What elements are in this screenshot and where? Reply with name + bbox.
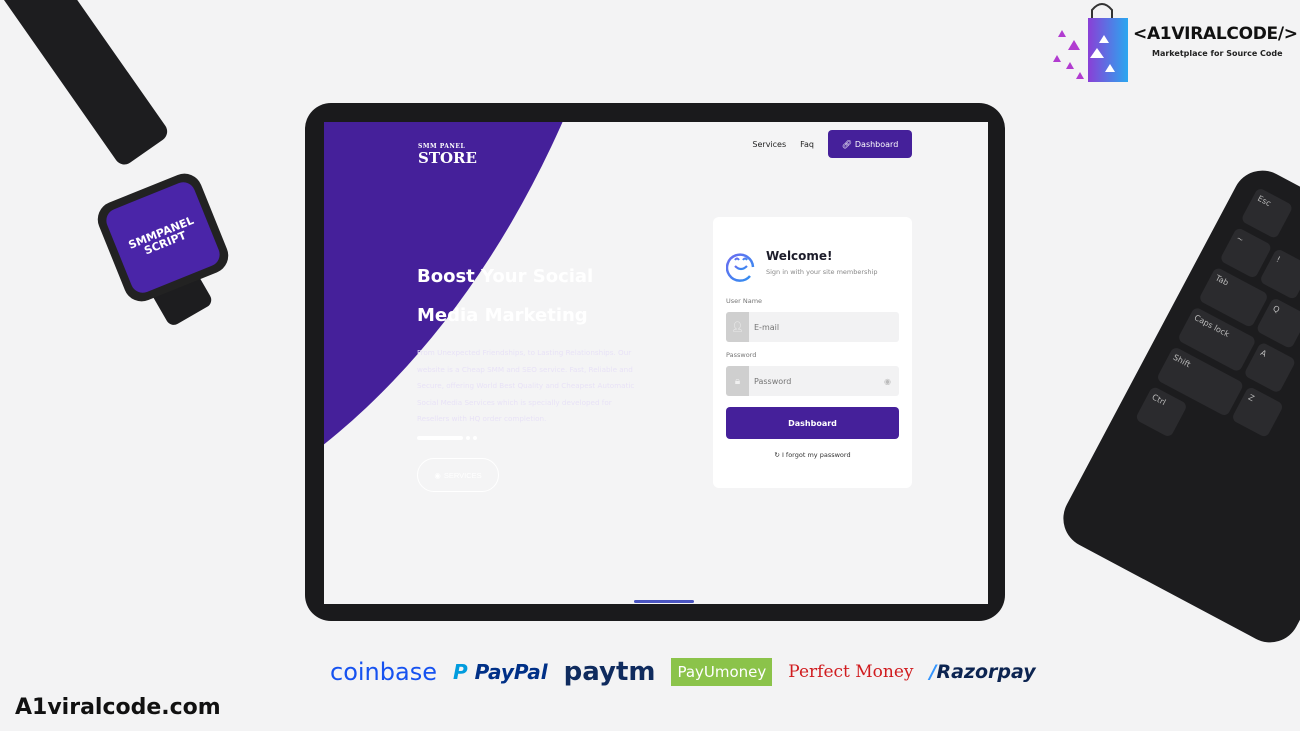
watch-strap xyxy=(0,0,172,169)
login-card: Welcome! Sign in with your site membersh… xyxy=(713,217,912,488)
keyboard: Esc ~ Tab Caps lock Shift Ctrl ! Q A Z xyxy=(1052,160,1300,653)
nav-faq[interactable]: Faq xyxy=(800,140,814,149)
brand-logo-title: <A1VIRALCODE/> xyxy=(1133,24,1298,44)
watch-screen: SMMPANEL SCRIPT xyxy=(102,178,224,297)
paytm-logo: paytm xyxy=(563,657,656,687)
services-button-label: SERVICES xyxy=(443,470,482,480)
key: Ctrl xyxy=(1134,385,1188,439)
login-submit-button[interactable]: Dashboard xyxy=(726,407,899,439)
password-field: 🔒︎ ◉ xyxy=(726,366,899,396)
refresh-icon: ↻ xyxy=(774,451,780,459)
top-nav: Services Faq 🔗︎ Dashboard xyxy=(752,130,912,158)
password-label: Password xyxy=(726,351,757,359)
nav-dashboard-button[interactable]: 🔗︎ Dashboard xyxy=(828,130,912,158)
site-url: A1viralcode.com xyxy=(15,695,221,720)
logo-line2: STORE xyxy=(418,149,477,167)
username-field: 👤︎ xyxy=(726,312,899,342)
login-title: Welcome! xyxy=(766,249,833,263)
smiley-icon xyxy=(726,253,755,282)
password-input[interactable] xyxy=(749,376,885,386)
login-subtitle: Sign in with your site membership xyxy=(766,268,878,276)
brand-logo-tagline: Marketplace for Source Code xyxy=(1152,49,1283,58)
smartwatch: SMMPANEL SCRIPT xyxy=(92,168,234,307)
eye-icon[interactable]: ◉ xyxy=(884,377,891,386)
globe-icon: ◉ xyxy=(434,470,441,480)
perfect-money-logo: Perfect Money xyxy=(788,662,914,682)
hero-description: From Unexpected Friendships, to Lasting … xyxy=(417,348,635,423)
hero-title: Boost Your Social Media Marketing xyxy=(417,266,594,326)
nav-dashboard-label: Dashboard xyxy=(854,139,899,149)
paypal-logo: P PayPal xyxy=(452,660,548,684)
lock-icon: 🔒︎ xyxy=(726,366,749,396)
link-icon: 🔗︎ xyxy=(841,139,852,149)
store-logo[interactable]: SMM PANEL STORE xyxy=(418,144,477,166)
user-icon: 👤︎ xyxy=(726,312,749,342)
username-label: User Name xyxy=(726,297,763,305)
payumoney-logo: PayUmoney xyxy=(671,658,773,686)
forgot-password-link[interactable]: ↻ I forgot my password xyxy=(713,451,912,459)
shopping-bag-logo-icon xyxy=(1053,3,1128,82)
nav-services[interactable]: Services xyxy=(752,140,786,149)
razorpay-logo: /Razorpay xyxy=(929,661,1036,683)
key: Esc xyxy=(1240,187,1294,240)
tablet-screen: SMM PANEL STORE Boost Your Social Media … xyxy=(324,122,988,604)
services-button[interactable]: ◉ SERVICES xyxy=(417,458,499,492)
home-indicator xyxy=(634,600,694,603)
email-input[interactable] xyxy=(749,322,899,332)
coinbase-logo: coinbase xyxy=(330,658,437,686)
slider-indicator[interactable] xyxy=(417,436,477,440)
payment-logos: coinbase P PayPal paytm PayUmoney Perfec… xyxy=(330,652,1036,692)
forgot-password-label: I forgot my password xyxy=(781,451,851,459)
